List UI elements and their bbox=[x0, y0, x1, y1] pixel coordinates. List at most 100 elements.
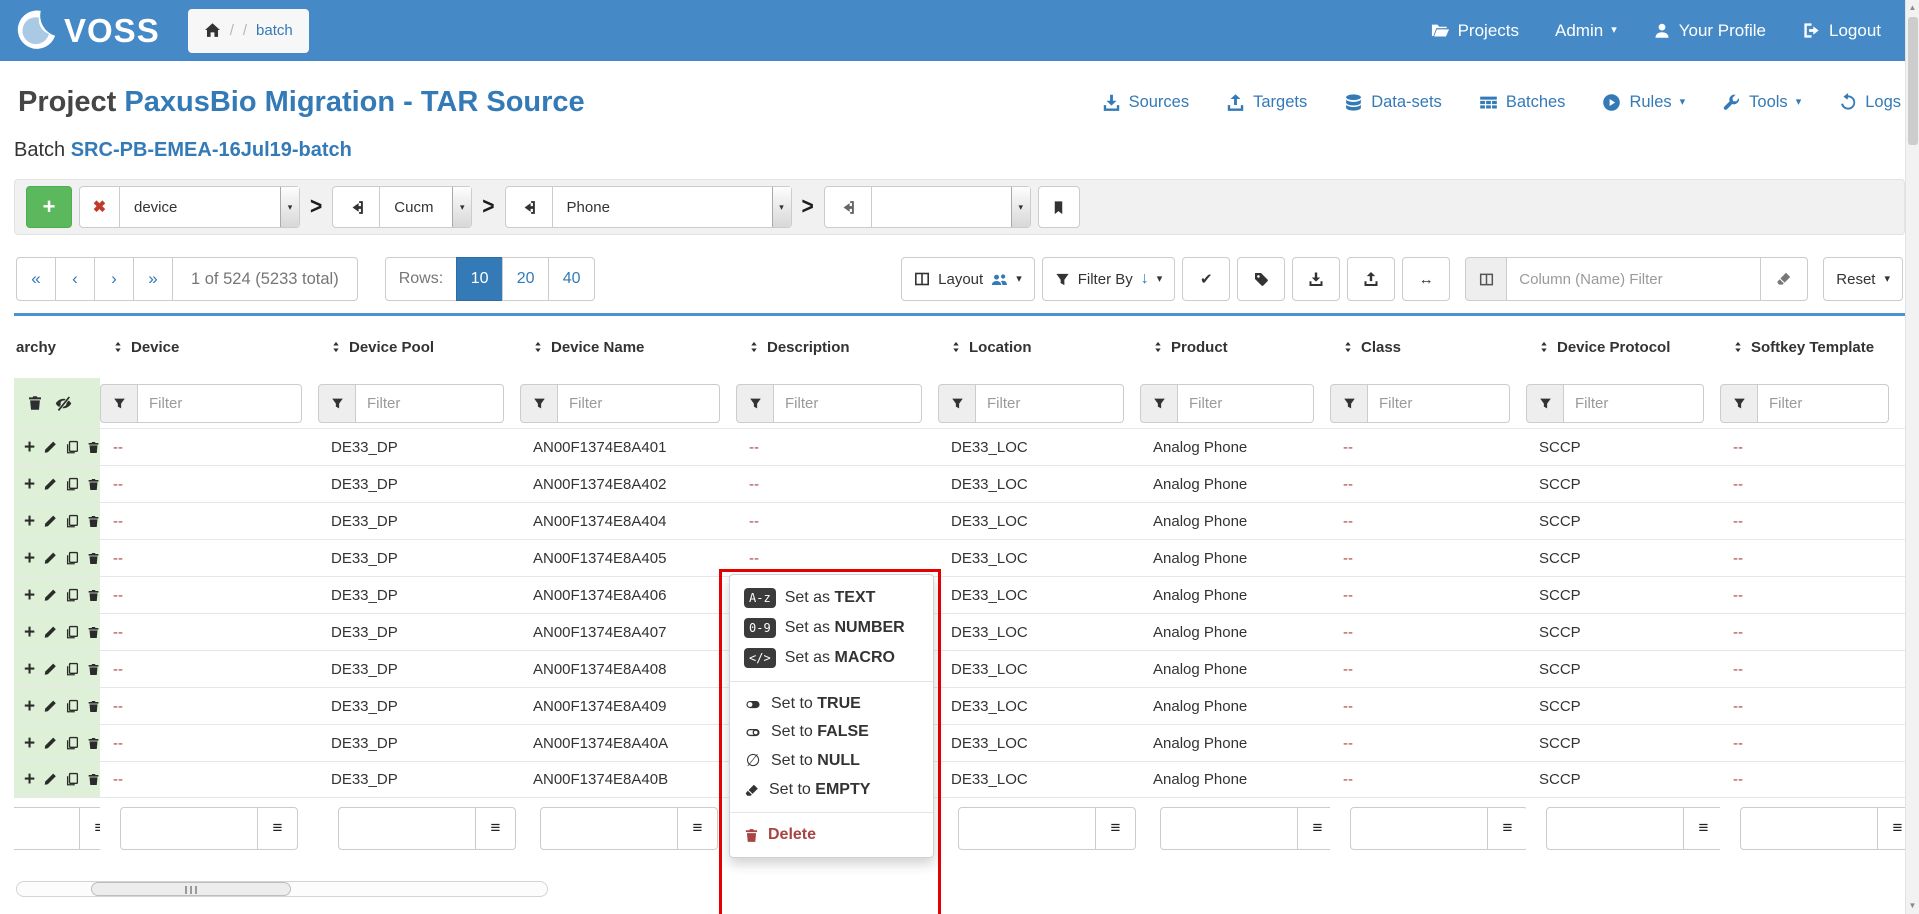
sort-icon[interactable] bbox=[1152, 340, 1164, 354]
copy-row-icon[interactable] bbox=[65, 588, 79, 603]
nav-logs[interactable]: Logs bbox=[1838, 93, 1901, 112]
cell-softkey-template[interactable]: -- bbox=[1720, 735, 1905, 752]
edit-row-icon[interactable] bbox=[43, 662, 57, 677]
filter-input-device-protocol[interactable] bbox=[1564, 384, 1704, 423]
sort-icon[interactable] bbox=[1538, 340, 1550, 354]
rows-option-40[interactable]: 40 bbox=[548, 257, 595, 301]
nav-sources[interactable]: Sources bbox=[1102, 93, 1190, 112]
cell-device[interactable]: -- bbox=[100, 587, 318, 604]
copy-row-icon[interactable] bbox=[65, 662, 79, 677]
cell-device-protocol[interactable]: SCCP bbox=[1526, 771, 1720, 788]
cell-class[interactable]: -- bbox=[1330, 698, 1526, 715]
table-row[interactable]: + -- DE33_DP AN00F1374E8A406 -- DE33_LOC… bbox=[14, 576, 1905, 613]
funnel-icon[interactable] bbox=[1526, 384, 1564, 423]
table-row[interactable]: + -- DE33_DP AN00F1374E8A408 -- DE33_LOC… bbox=[14, 650, 1905, 687]
scroll-down-arrow-icon[interactable]: ▼ bbox=[1906, 898, 1919, 914]
edit-row-icon[interactable] bbox=[43, 699, 57, 714]
entity-select[interactable]: Phone ▾ bbox=[552, 186, 792, 228]
cell-location[interactable]: DE33_LOC bbox=[938, 698, 1140, 715]
cell-device-name[interactable]: AN00F1374E8A404 bbox=[520, 513, 736, 530]
filter-input-softkey-template[interactable] bbox=[1758, 384, 1889, 423]
add-row-icon[interactable]: + bbox=[24, 438, 35, 457]
column-header-location[interactable]: Location bbox=[938, 339, 1140, 356]
cell-device[interactable]: -- bbox=[100, 439, 318, 456]
footer-input-device-name[interactable] bbox=[540, 807, 678, 850]
cell-device[interactable]: -- bbox=[100, 698, 318, 715]
cell-menu-button[interactable]: ≡ bbox=[1298, 807, 1330, 850]
cell-device-pool[interactable]: DE33_DP bbox=[318, 698, 520, 715]
column-header-product[interactable]: Product bbox=[1140, 339, 1330, 356]
filter-input-class[interactable] bbox=[1368, 384, 1510, 423]
sort-icon[interactable] bbox=[1342, 340, 1354, 354]
cell-softkey-template[interactable]: -- bbox=[1720, 771, 1905, 788]
copy-row-icon[interactable] bbox=[65, 477, 79, 492]
cell-product[interactable]: Analog Phone bbox=[1140, 439, 1330, 456]
funnel-icon[interactable] bbox=[938, 384, 976, 423]
cell-product[interactable]: Analog Phone bbox=[1140, 550, 1330, 567]
add-row-icon[interactable]: + bbox=[24, 734, 35, 753]
filter-input-device[interactable] bbox=[138, 384, 302, 423]
footer-input-product[interactable] bbox=[1160, 807, 1298, 850]
cell-softkey-template[interactable]: -- bbox=[1720, 698, 1905, 715]
menu-item-set-as-number[interactable]: 0-9 Set as NUMBER bbox=[730, 613, 933, 643]
cell-device-pool[interactable]: DE33_DP bbox=[318, 550, 520, 567]
cell-device-protocol[interactable]: SCCP bbox=[1526, 476, 1720, 493]
column-header-description[interactable]: Description bbox=[736, 339, 938, 356]
nav-data-sets[interactable]: Data-sets bbox=[1344, 93, 1442, 112]
cell-class[interactable]: -- bbox=[1330, 735, 1526, 752]
cell-device-name[interactable]: AN00F1374E8A40B bbox=[520, 771, 736, 788]
nav-batches[interactable]: Batches bbox=[1479, 93, 1566, 112]
cell-device-name[interactable]: AN00F1374E8A408 bbox=[520, 661, 736, 678]
cell-softkey-template[interactable]: -- bbox=[1720, 439, 1905, 456]
cell-menu-button[interactable]: ≡ bbox=[476, 807, 516, 850]
cell-device-pool[interactable]: DE33_DP bbox=[318, 661, 520, 678]
cell-device-protocol[interactable]: SCCP bbox=[1526, 439, 1720, 456]
sort-icon[interactable] bbox=[950, 340, 962, 354]
cell-class[interactable]: -- bbox=[1330, 587, 1526, 604]
cell-description[interactable]: -- bbox=[736, 513, 938, 530]
edit-row-icon[interactable] bbox=[43, 551, 57, 566]
remove-button[interactable]: ✖ bbox=[79, 186, 120, 228]
add-row-icon[interactable]: + bbox=[24, 586, 35, 605]
cell-device-name[interactable]: AN00F1374E8A407 bbox=[520, 624, 736, 641]
column-header-class[interactable]: Class bbox=[1330, 339, 1526, 356]
expand-columns-button[interactable]: ↔ bbox=[1402, 257, 1450, 301]
cell-device-name[interactable]: AN00F1374E8A409 bbox=[520, 698, 736, 715]
cell-menu-button[interactable]: ≡ bbox=[1684, 807, 1720, 850]
table-row[interactable]: + -- DE33_DP AN00F1374E8A409 -- DE33_LOC… bbox=[14, 687, 1905, 724]
trash-icon[interactable] bbox=[27, 395, 43, 411]
column-header-device-name[interactable]: Device Name bbox=[520, 339, 736, 356]
filter-input-product[interactable] bbox=[1178, 384, 1314, 423]
last-page-button[interactable]: » bbox=[133, 257, 173, 301]
menu-item-set-to-true[interactable]: Set to TRUE bbox=[730, 690, 933, 718]
reset-button[interactable]: Reset ▾ bbox=[1823, 257, 1903, 301]
cell-location[interactable]: DE33_LOC bbox=[938, 550, 1140, 567]
cell-class[interactable]: -- bbox=[1330, 476, 1526, 493]
cell-softkey-template[interactable]: -- bbox=[1720, 624, 1905, 641]
cell-product[interactable]: Analog Phone bbox=[1140, 476, 1330, 493]
filter-input-device-pool[interactable] bbox=[356, 384, 504, 423]
cell-product[interactable]: Analog Phone bbox=[1140, 771, 1330, 788]
delete-row-icon[interactable] bbox=[87, 736, 100, 751]
footer-input-device-protocol[interactable] bbox=[1546, 807, 1684, 850]
filter-by-button[interactable]: Filter By ↓ ▾ bbox=[1042, 257, 1176, 301]
cell-device-protocol[interactable]: SCCP bbox=[1526, 661, 1720, 678]
cell-softkey-template[interactable]: -- bbox=[1720, 476, 1905, 493]
table-row[interactable]: + -- DE33_DP AN00F1374E8A407 -- DE33_LOC… bbox=[14, 613, 1905, 650]
cell-device-protocol[interactable]: SCCP bbox=[1526, 550, 1720, 567]
cell-menu-button[interactable]: ≡ bbox=[258, 807, 298, 850]
cell-location[interactable]: DE33_LOC bbox=[938, 513, 1140, 530]
filter-input-description[interactable] bbox=[774, 384, 922, 423]
edit-row-icon[interactable] bbox=[43, 514, 57, 529]
cell-device[interactable]: -- bbox=[100, 661, 318, 678]
import-file-button[interactable] bbox=[1347, 257, 1395, 301]
cell-device-protocol[interactable]: SCCP bbox=[1526, 513, 1720, 530]
delete-row-icon[interactable] bbox=[87, 699, 100, 714]
cell-location[interactable]: DE33_LOC bbox=[938, 771, 1140, 788]
next-page-button[interactable]: › bbox=[94, 257, 134, 301]
extra-select[interactable]: ▾ bbox=[871, 186, 1031, 228]
cell-class[interactable]: -- bbox=[1330, 439, 1526, 456]
cell-location[interactable]: DE33_LOC bbox=[938, 587, 1140, 604]
cell-softkey-template[interactable]: -- bbox=[1720, 513, 1905, 530]
cell-location[interactable]: DE33_LOC bbox=[938, 735, 1140, 752]
